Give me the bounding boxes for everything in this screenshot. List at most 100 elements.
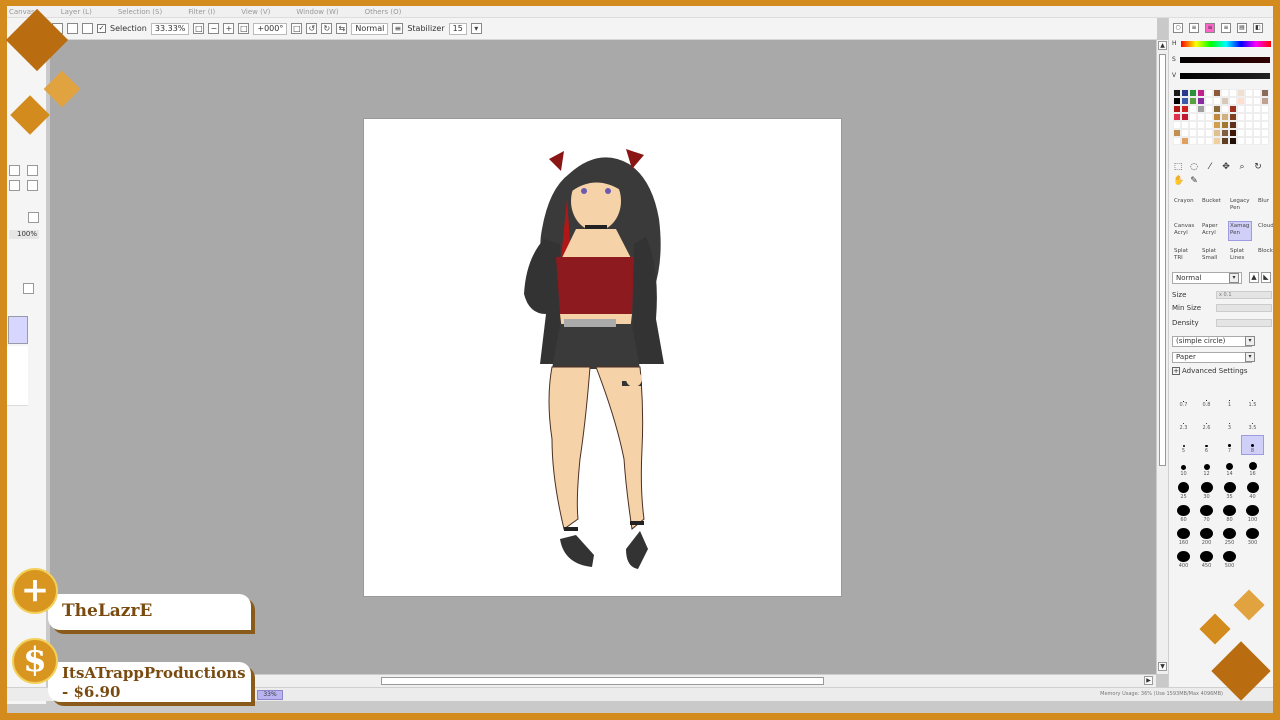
color-swatch[interactable] (1173, 121, 1181, 129)
color-swatch[interactable] (1173, 89, 1181, 97)
color-swatch[interactable] (1245, 105, 1253, 113)
color-swatch[interactable] (1205, 105, 1213, 113)
brush-size-option[interactable]: 5 (1172, 435, 1195, 455)
brush-size-option[interactable]: 250 (1218, 527, 1241, 547)
swatches-button[interactable]: ≡ (1221, 23, 1231, 33)
color-swatch[interactable] (1237, 121, 1245, 129)
advanced-settings-toggle[interactable]: + Advanced Settings (1172, 367, 1248, 375)
layer-item-selected[interactable] (8, 316, 28, 344)
brush-size-option[interactable]: 14 (1218, 458, 1241, 478)
brush-texture-dropdown[interactable]: ▾ (1245, 352, 1255, 362)
color-swatch[interactable] (1221, 121, 1229, 129)
color-swatch[interactable] (1245, 89, 1253, 97)
color-swatch[interactable] (1213, 113, 1221, 121)
color-swatch[interactable] (1229, 89, 1237, 97)
color-swatch[interactable] (1229, 137, 1237, 145)
color-swatch[interactable] (1181, 97, 1189, 105)
brush-size-option[interactable]: 3.5 (1241, 412, 1264, 432)
lasso-icon[interactable]: ◌ (1189, 162, 1199, 172)
rotate-icon[interactable]: ↻ (1253, 162, 1263, 172)
brush-size-option[interactable]: 40 (1241, 481, 1264, 501)
canvas-area[interactable] (50, 40, 1156, 674)
navigator-button[interactable] (9, 180, 20, 191)
color-swatch[interactable] (1197, 89, 1205, 97)
color-swatch[interactable] (1205, 89, 1213, 97)
brush-item[interactable]: Legacy Pen (1228, 196, 1252, 216)
zoom-fit-button[interactable]: □ (238, 23, 250, 34)
color-swatch[interactable] (1173, 113, 1181, 121)
color-swatch[interactable] (1245, 113, 1253, 121)
brush-size-option[interactable]: 100 (1241, 504, 1264, 524)
color-swatch[interactable] (1189, 137, 1197, 145)
brush-item[interactable]: Bucket (1200, 196, 1224, 216)
menu-item[interactable]: Layer (L) (61, 8, 92, 16)
color-swatch[interactable] (1189, 129, 1197, 137)
color-swatch[interactable] (1237, 97, 1245, 105)
color-swatch[interactable] (1229, 129, 1237, 137)
color-swatch[interactable] (1213, 105, 1221, 113)
color-swatch[interactable] (1221, 105, 1229, 113)
color-swatch[interactable] (1229, 113, 1237, 121)
color-swatch[interactable] (1189, 105, 1197, 113)
menu-item[interactable]: View (V) (241, 8, 270, 16)
brush-size-option[interactable]: 500 (1218, 550, 1241, 570)
brush-item[interactable]: Splat Small (1200, 246, 1224, 266)
brush-size-option[interactable]: 30 (1195, 481, 1218, 501)
color-swatch[interactable] (1245, 97, 1253, 105)
rotate-reset-button[interactable]: □ (291, 23, 303, 34)
show-selection-button[interactable] (82, 23, 93, 34)
brush-texture-select[interactable]: Paper (1172, 352, 1252, 363)
color-swatch[interactable] (1253, 129, 1261, 137)
brush-item[interactable]: Block (1256, 246, 1280, 266)
color-swatch[interactable] (1205, 113, 1213, 121)
brush-size-option[interactable]: 300 (1241, 527, 1264, 547)
brush-item[interactable]: Splat TRI (1172, 246, 1196, 266)
density-slider[interactable] (1216, 319, 1272, 327)
saturation-slider[interactable] (1179, 56, 1270, 63)
color-swatch[interactable] (1181, 129, 1189, 137)
blend-mode-button[interactable]: ≡ (392, 23, 404, 34)
brush-item[interactable]: Splat Lines (1228, 246, 1252, 266)
navigator-button[interactable] (9, 165, 20, 176)
color-swatch[interactable] (1181, 113, 1189, 121)
rotation-field[interactable]: +000° (253, 22, 288, 35)
color-swatch[interactable] (1213, 129, 1221, 137)
brush-size-option[interactable]: 400 (1172, 550, 1195, 570)
color-swatch[interactable] (1245, 137, 1253, 145)
brush-size-option[interactable]: 0.7 (1172, 389, 1195, 409)
color-swatch[interactable] (1253, 97, 1261, 105)
vertical-scroll-thumb[interactable] (1159, 54, 1166, 466)
color-swatch[interactable] (1237, 129, 1245, 137)
brush-item[interactable]: Blur (1256, 196, 1280, 216)
vertical-scrollbar[interactable]: ▲ ▼ (1156, 40, 1168, 674)
flip-button[interactable]: ⇆ (336, 23, 348, 34)
rotate-right-button[interactable]: ↻ (321, 23, 333, 34)
color-swatch[interactable] (1213, 97, 1221, 105)
color-swatch[interactable] (1205, 121, 1213, 129)
brush-blend-dropdown[interactable]: ▾ (1229, 273, 1239, 283)
brush-size-option[interactable]: 3 (1218, 412, 1241, 432)
navigator-button[interactable] (27, 180, 38, 191)
hand-icon[interactable]: ✋ (1173, 176, 1184, 186)
rgb-slider-button[interactable]: ≡ (1189, 23, 1199, 33)
color-swatch[interactable] (1205, 137, 1213, 145)
color-swatch[interactable] (1213, 89, 1221, 97)
color-swatch[interactable] (1173, 105, 1181, 113)
navigator-button[interactable] (27, 165, 38, 176)
brush-size-option[interactable]: 200 (1195, 527, 1218, 547)
hue-slider[interactable] (1180, 40, 1271, 47)
color-swatch[interactable] (1197, 113, 1205, 121)
zoom-reset-button[interactable]: □ (193, 23, 205, 34)
brush-item[interactable]: Canvas Acryl (1172, 221, 1196, 241)
stabilizer-field[interactable]: 15 (448, 22, 467, 35)
color-swatch[interactable] (1173, 97, 1181, 105)
brush-size-option[interactable]: 10 (1172, 458, 1195, 478)
color-wheel-button[interactable]: ○ (1173, 23, 1183, 33)
color-swatch[interactable] (1261, 137, 1269, 145)
color-swatch[interactable] (1237, 137, 1245, 145)
brush-size-option[interactable]: 35 (1218, 481, 1241, 501)
color-swatch[interactable] (1221, 113, 1229, 121)
color-swatch[interactable] (1197, 97, 1205, 105)
color-swatch[interactable] (1221, 97, 1229, 105)
color-swatch[interactable] (1237, 89, 1245, 97)
